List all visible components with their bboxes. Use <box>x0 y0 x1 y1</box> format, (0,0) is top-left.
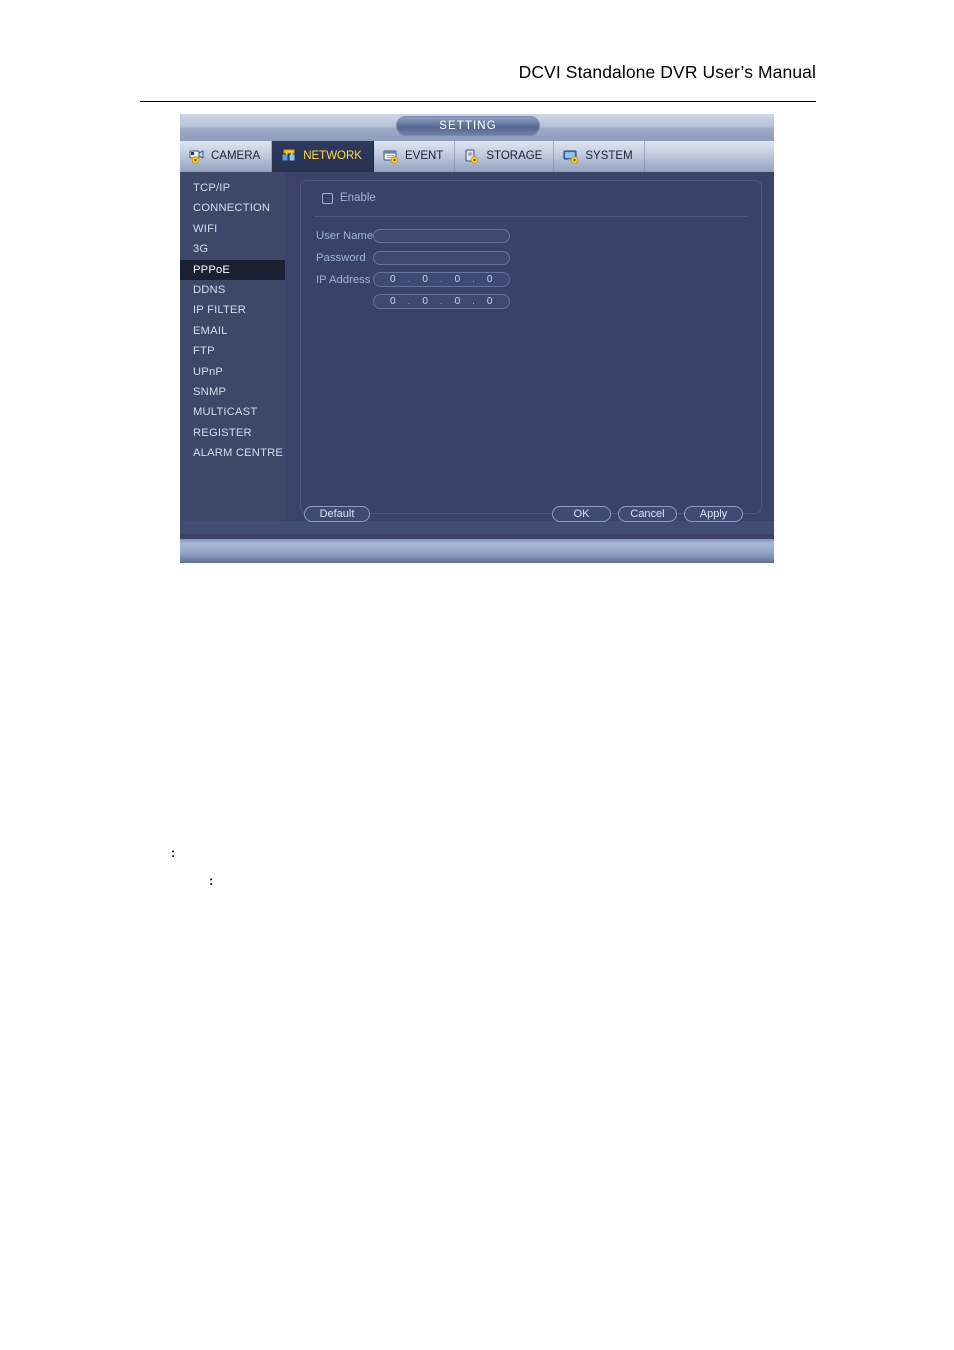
tab-network[interactable]: NETWORK <box>272 141 374 172</box>
ok-button[interactable]: OK <box>552 506 611 522</box>
ip-separator-3: . <box>472 274 476 286</box>
ip-separator-2: . <box>439 274 444 286</box>
tab-camera-label: CAMERA <box>211 149 261 162</box>
tab-network-label: NETWORK <box>303 149 362 162</box>
pppoe-form: User Name Password IP Address 0 . 0 . 0 <box>316 225 746 313</box>
password-input[interactable] <box>373 250 510 265</box>
ip-octet-4: 0 <box>486 274 493 286</box>
dialog-button-row: Default OK Cancel Apply <box>180 506 774 530</box>
sidebar-item-upnp[interactable]: UPnP <box>180 362 285 382</box>
enable-checkbox[interactable] <box>322 193 333 205</box>
tab-camera[interactable]: CAMERA <box>180 141 273 172</box>
user-name-row: User Name <box>316 225 746 247</box>
header-divider <box>140 101 816 102</box>
ip-separator-1: . <box>407 274 411 286</box>
tab-system-label: SYSTEM <box>585 149 633 162</box>
ip-octet-2: 0 <box>422 274 429 286</box>
ip-address-label: IP Address <box>316 273 371 286</box>
enable-label: Enable <box>340 192 376 204</box>
ip2-separator-1: . <box>407 296 411 308</box>
ip2-octet-4: 0 <box>486 296 493 308</box>
storage-gear-icon <box>464 149 481 164</box>
sidebar-item-email[interactable]: EMAIL <box>180 321 285 341</box>
password-label: Password <box>316 251 366 264</box>
tab-system[interactable]: SYSTEM <box>554 141 645 172</box>
body-mark-1: : <box>171 845 176 860</box>
ip2-octet-3: 0 <box>454 296 461 308</box>
tab-bar: CAMERA NETWORK EVENT STORAGE SYSTEM <box>180 141 774 172</box>
sidebar-item-connection[interactable]: CONNECTION <box>180 198 285 218</box>
user-name-input[interactable] <box>373 228 510 243</box>
panel-divider <box>314 216 748 217</box>
ip-octet-1: 0 <box>390 274 397 286</box>
ip2-octet-2: 0 <box>422 296 429 308</box>
sidebar-item-register[interactable]: REGISTER <box>180 423 285 443</box>
user-name-label: User Name <box>316 229 374 242</box>
sidebar-item-3g[interactable]: 3G <box>180 239 285 259</box>
password-row: Password <box>316 247 746 269</box>
default-button[interactable]: Default <box>304 506 370 522</box>
tab-event-label: EVENT <box>404 149 444 162</box>
tab-event[interactable]: EVENT <box>374 141 456 172</box>
ip-address-row: IP Address 0 . 0 . 0 . 0 <box>316 269 746 291</box>
dialog-footer-bar <box>180 539 774 563</box>
pppoe-settings-panel: Enable User Name Password IP Address 0 . <box>300 180 762 514</box>
sidebar-item-tcpip[interactable]: TCP/IP <box>180 178 285 198</box>
event-gear-icon <box>383 149 400 164</box>
ip-octet-3: 0 <box>454 274 461 286</box>
sidebar-item-snmp[interactable]: SNMP <box>180 382 285 402</box>
tab-storage-label: STORAGE <box>486 149 543 162</box>
ip2-separator-2: . <box>439 296 444 308</box>
ip2-octet-1: 0 <box>390 296 397 308</box>
enable-row[interactable]: Enable <box>322 192 376 205</box>
system-gear-icon <box>563 149 580 164</box>
ip-address-secondary-row: 0 . 0 . 0 . 0 <box>316 291 746 313</box>
sidebar-item-multicast[interactable]: MULTICAST <box>180 402 285 422</box>
dvr-setting-dialog: SETTING CAMERA NETWORK EVENT STORAGE SYS… <box>180 114 774 563</box>
sidebar-item-ddns[interactable]: DDNS <box>180 280 285 300</box>
apply-button[interactable]: Apply <box>684 506 743 522</box>
dialog-body: TCP/IP CONNECTION WIFI 3G PPPoE DDNS IP … <box>180 172 774 521</box>
dialog-title: SETTING <box>396 116 540 136</box>
cancel-button[interactable]: Cancel <box>618 506 677 522</box>
sidebar-item-ip-filter[interactable]: IP FILTER <box>180 300 285 320</box>
network-gear-icon <box>281 149 298 164</box>
body-mark-2: : <box>209 873 214 888</box>
sidebar: TCP/IP CONNECTION WIFI 3G PPPoE DDNS IP … <box>180 172 285 521</box>
tab-storage[interactable]: STORAGE <box>455 141 555 172</box>
dialog-titlebar: SETTING <box>180 114 774 141</box>
camera-gear-icon <box>189 149 206 164</box>
tab-bar-filler <box>645 141 774 172</box>
sidebar-item-pppoe[interactable]: PPPoE <box>180 259 285 280</box>
sidebar-item-alarm-centre[interactable]: ALARM CENTRE <box>180 443 285 463</box>
ip-address-input-secondary[interactable]: 0 . 0 . 0 . 0 <box>373 294 510 310</box>
sidebar-item-wifi[interactable]: WIFI <box>180 219 285 239</box>
ip2-separator-3: . <box>472 296 476 308</box>
ip-address-input-primary[interactable]: 0 . 0 . 0 . 0 <box>373 272 510 288</box>
sidebar-item-ftp[interactable]: FTP <box>180 341 285 361</box>
page-title: DCVI Standalone DVR User’s Manual <box>518 62 816 82</box>
